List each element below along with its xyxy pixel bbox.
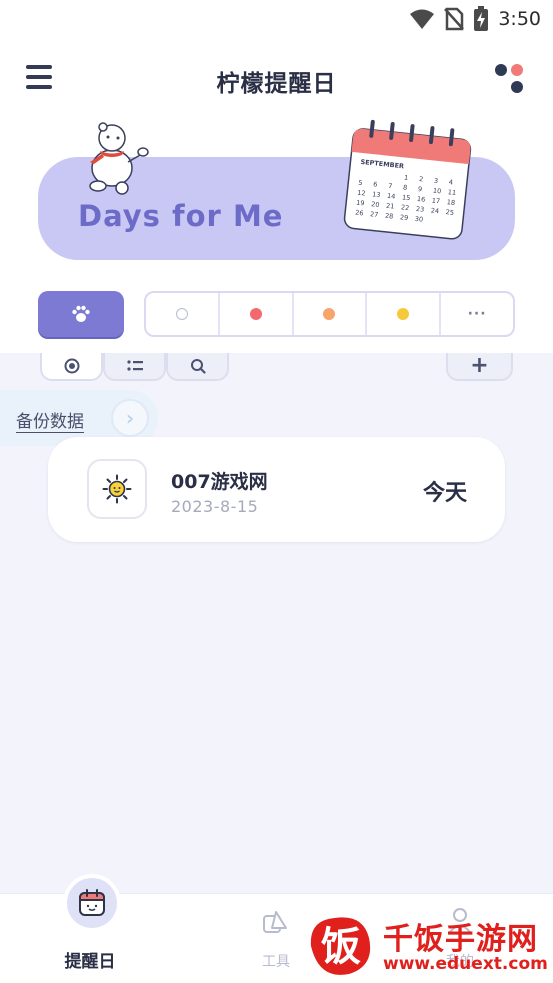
chevron-right-icon[interactable]: ›	[111, 399, 149, 437]
calendar-day: 8	[403, 183, 408, 191]
calendar-illustration-icon: SEPTEMBER 1 2 3 4 5 6 7 8 9 10 11 12 13 14 15 16 17 18 19 2…	[339, 114, 479, 245]
paw-icon	[72, 305, 90, 322]
category-filter-row: ···	[38, 291, 515, 337]
banner-title: Days for Me	[78, 199, 284, 233]
event-days-remaining: 今天	[422, 481, 467, 506]
red-dot-icon	[249, 308, 262, 320]
calendar-day: 26	[355, 209, 364, 218]
calendar-day: 13	[372, 190, 381, 199]
calendar-day: 2	[419, 175, 424, 183]
calendar-day: 23	[415, 205, 424, 214]
calendar-day: 15	[402, 193, 411, 202]
more-label: ···	[467, 306, 487, 322]
calendar-day: 25	[445, 208, 454, 217]
calendar-day: 18	[446, 198, 455, 207]
svg-text:饭: 饭	[321, 924, 361, 970]
category-all-button[interactable]	[38, 291, 124, 337]
calendar-day: 28	[385, 212, 394, 221]
event-title: 007游戏网	[171, 471, 268, 493]
calendar-day: 21	[386, 202, 395, 211]
status-time: 3:50	[498, 8, 541, 30]
calendar-day: 14	[387, 192, 396, 201]
battery-charging-icon	[474, 6, 489, 31]
app-header: 柠檬提醒日	[0, 50, 553, 110]
orange-dot-icon	[323, 308, 336, 320]
add-event-button[interactable]: +	[446, 353, 513, 381]
color-filter-red[interactable]	[220, 293, 294, 335]
watermark-name: 千饭手游网	[383, 922, 538, 957]
event-icon-box	[87, 459, 147, 519]
calendar-day: 16	[417, 195, 426, 204]
search-icon	[190, 359, 206, 374]
calendar-day: 1	[404, 174, 409, 182]
calendar-day: 19	[356, 199, 365, 208]
more-colors-button[interactable]: ···	[441, 293, 513, 335]
backup-data-link[interactable]: 备份数据	[16, 407, 84, 432]
status-bar: 3:50	[0, 0, 553, 40]
calendar-day: 11	[447, 188, 456, 197]
calendar-day: 27	[370, 210, 379, 219]
nav-item-reminders[interactable]: 提醒日	[30, 874, 150, 983]
tab-search[interactable]	[166, 353, 229, 381]
apps-dots-icon[interactable]	[495, 64, 527, 96]
nav-active-bubble	[63, 874, 121, 932]
tools-icon	[263, 911, 287, 933]
calendar-day: 10	[433, 187, 442, 196]
color-filter-none[interactable]	[146, 293, 220, 335]
empty-circle-icon	[175, 308, 188, 320]
calendar-day: 30	[414, 215, 423, 224]
watermark-logo-icon: 饭	[310, 917, 371, 975]
calendar-face-icon	[79, 889, 105, 916]
event-date: 2023-8-15	[171, 497, 259, 516]
color-filter-yellow[interactable]	[367, 293, 442, 335]
calendar-day: 9	[418, 185, 423, 193]
calendar-day: 17	[431, 197, 440, 206]
tab-list-view[interactable]	[103, 353, 166, 381]
calendar-day: 22	[401, 203, 410, 212]
wifi-icon	[410, 9, 435, 29]
list-icon	[126, 360, 143, 371]
yellow-dot-icon	[397, 308, 410, 320]
calendar-day: 6	[373, 180, 378, 188]
event-card[interactable]: 007游戏网 2023-8-15 今天	[48, 437, 505, 542]
plus-icon: +	[470, 353, 489, 378]
site-watermark: 饭 千饭手游网 www.eduext.com	[305, 910, 548, 982]
page-title: 柠檬提醒日	[216, 71, 337, 97]
calendar-day: 5	[358, 179, 363, 187]
target-icon	[64, 358, 79, 374]
tab-target-view[interactable]	[40, 353, 103, 381]
polar-bear-illustration-icon	[89, 122, 149, 195]
sun-face-icon	[102, 474, 132, 504]
color-filter-orange[interactable]	[294, 293, 368, 335]
no-sim-icon	[444, 7, 465, 31]
nav-label-reminders: 提醒日	[64, 952, 116, 972]
calendar-day: 12	[357, 189, 366, 198]
event-list-area: + 备份数据 › 007游戏网 2023-8-15 今天	[0, 353, 553, 893]
calendar-day: 7	[388, 182, 393, 190]
calendar-day: 29	[400, 213, 409, 222]
calendar-day: 20	[371, 200, 380, 209]
calendar-day: 24	[430, 206, 439, 215]
calendar-day: 3	[434, 177, 439, 185]
calendar-day: 4	[448, 178, 453, 186]
view-tabs	[40, 353, 229, 381]
watermark-url: www.eduext.com	[383, 954, 548, 974]
color-filter-group: ···	[144, 291, 515, 337]
